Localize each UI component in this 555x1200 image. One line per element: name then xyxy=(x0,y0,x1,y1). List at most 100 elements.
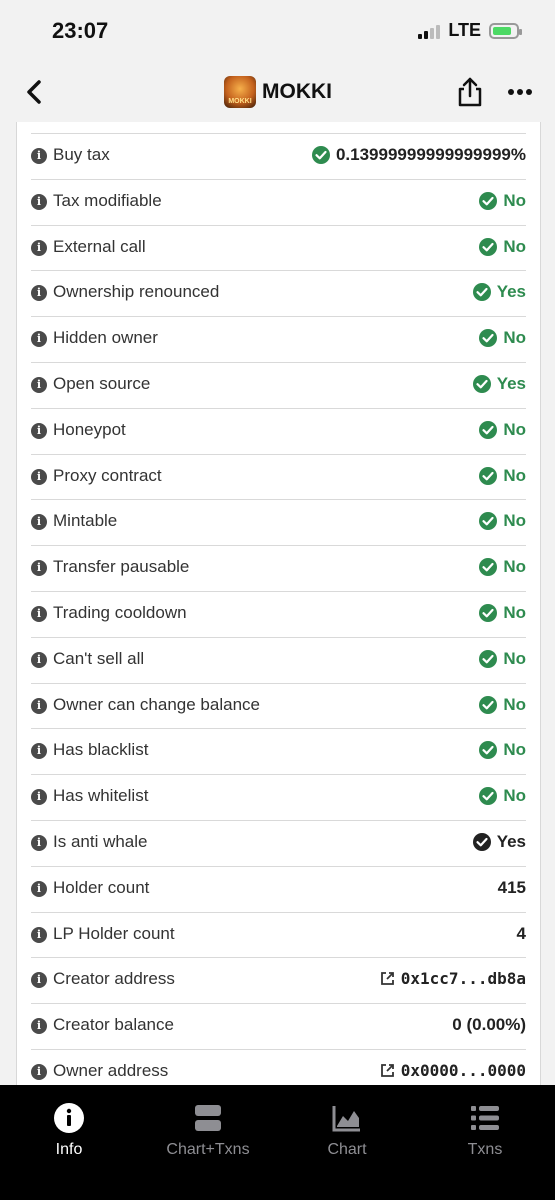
info-icon[interactable]: i xyxy=(31,514,47,531)
info-icon[interactable]: i xyxy=(31,148,47,164)
row-label: Honeypot xyxy=(53,419,126,439)
row-value-text: Yes xyxy=(496,832,526,851)
info-row: i Mintable No xyxy=(31,499,526,544)
row-label: Trading cooldown xyxy=(53,603,187,622)
row-value-text: No xyxy=(503,648,526,668)
row-label: Mintable xyxy=(53,511,118,531)
info-icon[interactable]: i xyxy=(31,560,47,577)
list-icon xyxy=(471,1106,499,1130)
info-row: i Honeypot No xyxy=(31,407,526,453)
battery-icon xyxy=(489,22,522,39)
info-row: i Holder count 415 xyxy=(31,865,526,911)
share-button[interactable] xyxy=(456,76,484,108)
status-indicators: LTE xyxy=(418,20,522,41)
row-value: Yes xyxy=(472,282,526,302)
network-label: LTE xyxy=(448,20,481,40)
row-label: Owner address xyxy=(53,1061,169,1080)
info-icon[interactable]: i xyxy=(31,331,47,348)
tab-chart-txns[interactable]: Chart+Txns xyxy=(148,1103,268,1159)
check-circle-icon xyxy=(479,512,498,531)
row-value: No xyxy=(479,740,526,760)
check-circle-icon xyxy=(479,237,498,256)
row-value-text: No xyxy=(503,465,526,485)
row-label: Is anti whale xyxy=(53,832,148,851)
check-circle-icon xyxy=(479,191,498,210)
row-value[interactable]: 0x1cc7...db8a xyxy=(380,969,526,988)
row-value: No xyxy=(479,420,526,440)
check-circle-icon xyxy=(472,375,491,393)
info-row: i Creator balance 0 (0.00%) xyxy=(31,1003,526,1048)
row-value-text: Yes xyxy=(496,374,526,393)
tab-txns[interactable]: Txns xyxy=(425,1103,545,1159)
info-icon[interactable]: i xyxy=(31,972,47,989)
check-circle-icon xyxy=(479,604,498,622)
check-circle-icon xyxy=(479,741,498,760)
row-value: No xyxy=(479,557,526,577)
row-label: Has blacklist xyxy=(53,740,149,760)
row-value: 415 xyxy=(498,878,526,898)
tab-label: Txns xyxy=(467,1141,503,1158)
cellular-signal-icon xyxy=(418,23,441,39)
tab-chart[interactable]: Chart xyxy=(287,1103,407,1159)
row-label: Holder count xyxy=(53,877,150,897)
row-value-text: No xyxy=(503,557,526,577)
row-value-text: No xyxy=(503,190,526,210)
external-link-icon xyxy=(380,1064,394,1077)
row-value[interactable]: 0x0000...0000 xyxy=(380,1061,526,1080)
info-row: i Trading cooldown No xyxy=(31,591,526,636)
tab-info[interactable]: Info xyxy=(9,1103,129,1159)
row-label: Transfer pausable xyxy=(53,557,190,577)
info-icon[interactable]: i xyxy=(31,606,47,622)
info-icon[interactable]: i xyxy=(31,422,47,439)
info-row: i Transfer pausable No xyxy=(31,545,526,590)
back-button[interactable] xyxy=(22,76,50,108)
row-value: Yes xyxy=(472,832,526,852)
check-circle-icon xyxy=(479,787,498,806)
info-icon[interactable]: i xyxy=(31,789,47,806)
row-value-text: No xyxy=(503,740,526,760)
row-value-text: No xyxy=(503,419,526,439)
row-value-text: Yes xyxy=(496,282,526,302)
check-circle-icon xyxy=(472,283,491,302)
row-value-text: No xyxy=(503,328,526,348)
info-row: i Can't sell all No xyxy=(31,636,526,682)
info-row: i Owner can change balance No xyxy=(31,682,526,728)
info-row: i Creator address 0x1cc7...db8a xyxy=(31,957,526,1002)
more-options-button[interactable] xyxy=(506,82,534,102)
more-icon xyxy=(508,89,532,95)
info-icon[interactable]: i xyxy=(31,835,47,851)
check-circle-icon xyxy=(479,695,498,714)
info-row: i Buy tax 0.13999999999999999% xyxy=(31,133,526,178)
info-icon[interactable]: i xyxy=(31,1064,47,1080)
check-circle-icon xyxy=(479,649,498,668)
info-icon[interactable]: i xyxy=(31,377,47,393)
check-circle-icon xyxy=(479,558,498,577)
nav-bar: MOKKI MOKKI xyxy=(0,62,555,122)
info-icon[interactable]: i xyxy=(31,697,47,714)
info-row: i Is anti whale Yes xyxy=(31,820,526,865)
info-icon[interactable]: i xyxy=(31,285,47,302)
row-value-text: 0 (0.00%) xyxy=(452,1015,526,1035)
area-chart-icon xyxy=(332,1106,360,1132)
row-label: Creator address xyxy=(53,969,175,989)
row-value-text: 4 xyxy=(516,923,526,943)
info-icon[interactable]: i xyxy=(31,193,47,210)
security-info-card: i Buy tax 0.13999999999999999% i Tax modifia… xyxy=(16,122,541,1085)
info-icon[interactable]: i xyxy=(31,468,47,485)
check-circle-icon xyxy=(479,466,498,485)
info-icon[interactable]: i xyxy=(31,651,47,668)
info-icon[interactable]: i xyxy=(31,880,47,897)
row-label: External call xyxy=(53,236,146,256)
check-circle-icon xyxy=(479,420,498,439)
row-value-text: No xyxy=(503,603,526,622)
info-icon[interactable]: i xyxy=(31,743,47,760)
row-value: 0.13999999999999999% xyxy=(311,145,526,165)
info-icon[interactable]: i xyxy=(31,1018,47,1035)
check-circle-icon xyxy=(472,833,491,851)
row-value: 4 xyxy=(517,924,526,944)
row-label: Hidden owner xyxy=(53,328,158,348)
info-icon[interactable]: i xyxy=(31,926,47,943)
row-label: Ownership renounced xyxy=(53,282,220,302)
row-value-text: 0.13999999999999999% xyxy=(335,145,526,164)
info-icon[interactable]: i xyxy=(31,239,47,256)
